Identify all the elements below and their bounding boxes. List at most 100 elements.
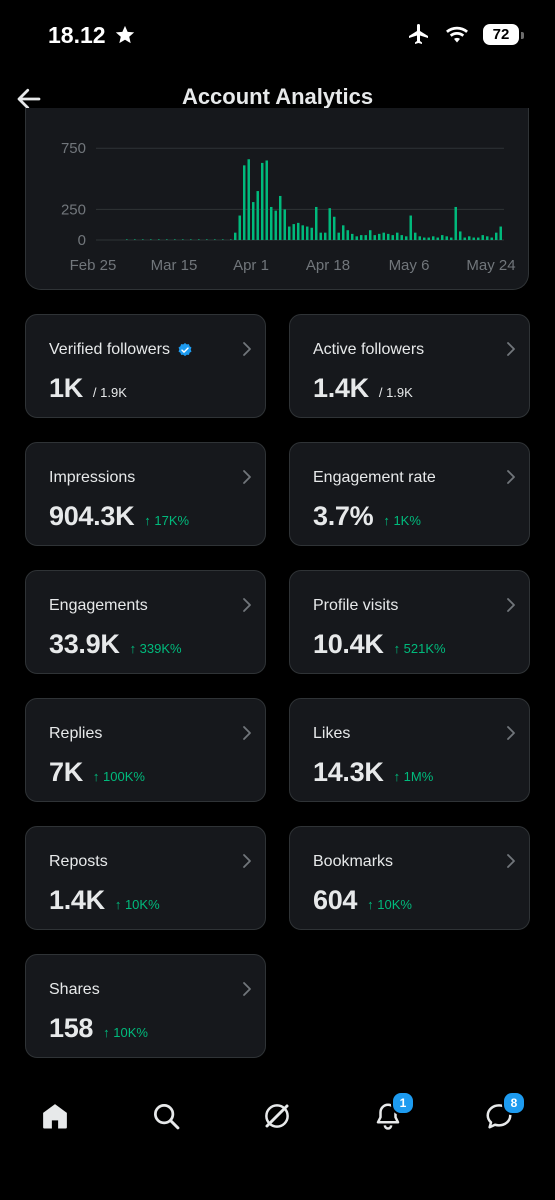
metric-card-reposts[interactable]: Reposts 1.4K ↑ 10K% (25, 826, 266, 930)
battery-indicator: 72 (483, 23, 524, 45)
chart-bar (409, 215, 412, 240)
metric-value-row: 1.4K ↑ 10K% (49, 885, 160, 916)
metric-card-active-followers[interactable]: Active followers 1.4K / 1.9K (289, 314, 530, 418)
chart-bar (472, 237, 475, 240)
chart-bar-zero (126, 239, 128, 240)
metric-card-verified-followers[interactable]: Verified followers 1K / 1.9K (25, 314, 266, 418)
chevron-right-icon (507, 854, 515, 868)
chevron-right-icon (507, 598, 515, 612)
chart-bar (360, 235, 363, 240)
chart-bar (477, 237, 480, 240)
chart-bar (301, 225, 304, 240)
x-tick-label: Mar 15 (151, 257, 198, 274)
chart-bar (481, 235, 484, 240)
metric-label: Bookmarks (313, 853, 393, 871)
metric-card-likes[interactable]: Likes 14.3K ↑ 1M% (289, 698, 530, 802)
chart-bar (490, 237, 493, 240)
chevron-right-icon (243, 598, 251, 612)
metric-value-row: 904.3K ↑ 17K% (49, 501, 189, 532)
chart-bar-zero (198, 239, 200, 240)
metric-card-shares[interactable]: Shares 158 ↑ 10K% (25, 954, 266, 1058)
metric-value: 1K (49, 373, 83, 403)
nav-grok[interactable] (262, 1101, 292, 1131)
metric-value: 33.9K (49, 629, 120, 659)
metric-label-text: Bookmarks (313, 853, 394, 870)
chart-bar (432, 236, 435, 240)
metric-value-row: 604 ↑ 10K% (313, 885, 412, 916)
chart-bar (337, 232, 340, 240)
chart-bar-zero (150, 239, 152, 240)
metric-value: 904.3K (49, 501, 135, 531)
metric-card-bookmarks[interactable]: Bookmarks 604 ↑ 10K% (289, 826, 530, 930)
nav-notifications[interactable]: 1 (373, 1091, 415, 1131)
metric-card-engagement-rate[interactable]: Engagement rate 3.7% ↑ 1K% (289, 442, 530, 546)
chart-bar (297, 222, 300, 240)
chart-bar (342, 225, 345, 240)
bottom-nav: 1 8 (0, 1085, 555, 1149)
metric-value-row: 1K / 1.9K (49, 373, 127, 404)
metric-value: 604 (313, 885, 358, 915)
chart-bar (315, 206, 318, 240)
chart-bar-zero (190, 239, 192, 240)
nav-home[interactable] (40, 1101, 70, 1131)
chart-bar (450, 237, 453, 240)
chart-svg: 750 250 0 Feb 25 Mar 15 Apr 1 Apr 18 May 6 May 2… (61, 140, 516, 274)
metric-change: ↑ 1K% (383, 513, 421, 528)
chart-bar (382, 232, 385, 240)
metric-value-row: 10.4K ↑ 521K% (313, 629, 446, 660)
chart-bar-zero (166, 239, 168, 240)
metric-label-text: Impressions (49, 469, 136, 486)
nav-messages[interactable]: 8 (484, 1091, 526, 1131)
metric-change: ↑ 100K% (92, 769, 145, 784)
chart-bar-zero (222, 239, 224, 240)
metric-label: Reposts (49, 853, 108, 871)
battery-level: 72 (492, 25, 510, 43)
metric-change: ↑ 10K% (114, 897, 160, 912)
metric-value-row: 158 ↑ 10K% (49, 1013, 148, 1044)
chart-bar (256, 191, 259, 240)
chart-bar (310, 227, 313, 240)
chevron-right-icon (243, 854, 251, 868)
metric-value-row: 1.4K / 1.9K (313, 373, 413, 404)
metric-value-row: 3.7% ↑ 1K% (313, 501, 421, 532)
metric-label: Engagements (49, 597, 148, 615)
chart-bar-zero (206, 239, 208, 240)
notifications-badge: 1 (391, 1091, 415, 1115)
chart-bar (283, 209, 286, 240)
metric-label: Verified followers (49, 341, 193, 359)
search-icon (154, 1104, 180, 1130)
grok-icon (265, 1104, 289, 1128)
metric-card-engagements[interactable]: Engagements 33.9K ↑ 339K% (25, 570, 266, 674)
metric-change: ↑ 339K% (129, 641, 182, 656)
chart-bar (324, 232, 327, 240)
metric-label: Active followers (313, 341, 424, 359)
metric-label-text: Engagements (49, 597, 148, 614)
chart-bar (436, 237, 439, 240)
chart-bar-zero (142, 239, 144, 240)
x-tick-label: Feb 25 (70, 257, 117, 274)
chart-bar (423, 237, 426, 240)
chart-bar (441, 235, 444, 240)
metric-label: Likes (313, 725, 350, 743)
chart-bar (364, 235, 367, 240)
metric-card-profile-visits[interactable]: Profile visits 10.4K ↑ 521K% (289, 570, 530, 674)
metric-change: ↑ 10K% (367, 897, 412, 912)
chart-bar (463, 237, 466, 240)
chart-bar (319, 232, 322, 240)
metric-label-text: Active followers (313, 341, 425, 358)
chevron-right-icon (507, 342, 515, 356)
nav-search[interactable] (151, 1101, 181, 1131)
y-tick-label: 0 (78, 232, 86, 249)
chevron-right-icon (243, 982, 251, 996)
metric-card-replies[interactable]: Replies 7K ↑ 100K% (25, 698, 266, 802)
chevron-right-icon (507, 726, 515, 740)
chart-bar (252, 202, 255, 240)
metric-label-text: Profile visits (313, 597, 399, 614)
chart-bar (288, 226, 291, 240)
star-icon (115, 25, 135, 44)
metric-label-text: Likes (313, 725, 351, 742)
metric-card-impressions[interactable]: Impressions 904.3K ↑ 17K% (25, 442, 266, 546)
chart-bar (328, 208, 331, 240)
chart-bar (265, 160, 268, 240)
chart-bar-zero (182, 239, 184, 240)
